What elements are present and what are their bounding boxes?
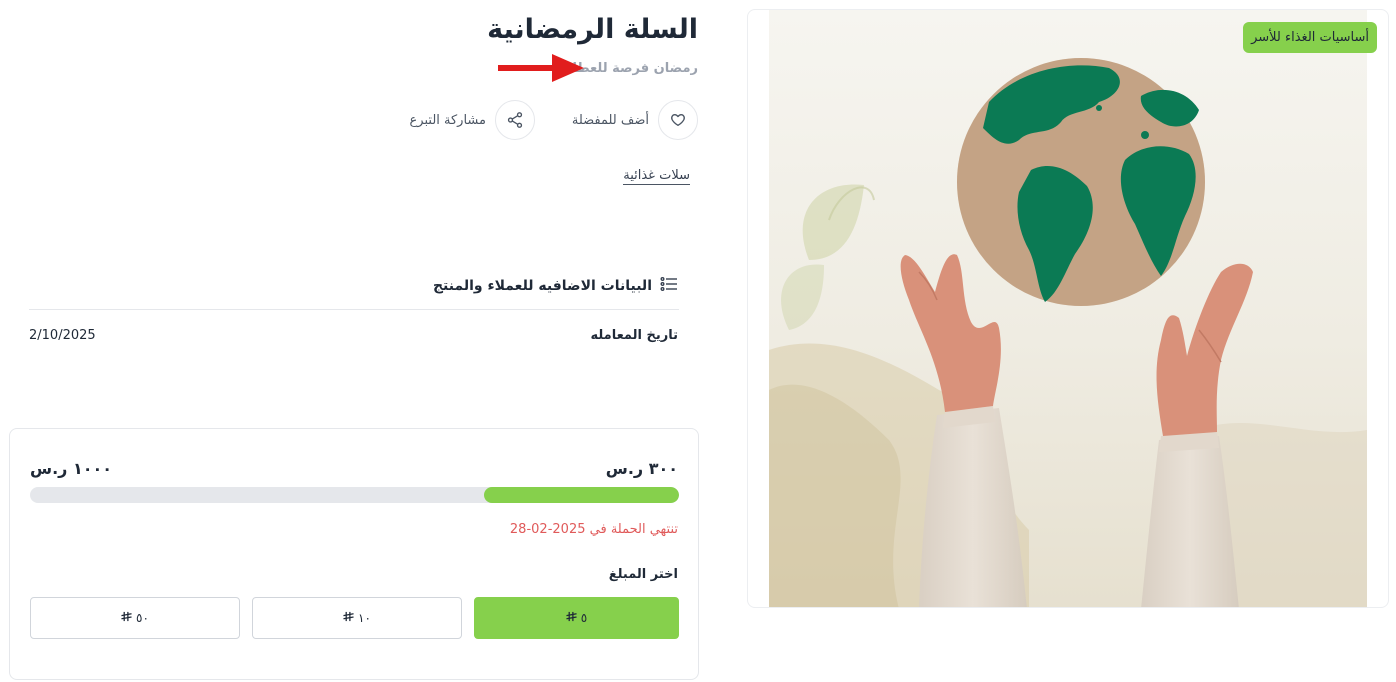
section-divider [29, 309, 679, 310]
details-section-header: البيانات الاضافيه للعملاء والمنتج [433, 276, 678, 296]
category-badge: أساسيات الغذاء للأسر [1243, 22, 1377, 53]
campaign-end-date: تنتهي الحملة في 2025-02-28 [509, 522, 678, 537]
target-amount: ١٠٠٠ ر.س [30, 459, 112, 478]
transaction-date-value: 2/10/2025 [29, 328, 96, 343]
amount-option-value: ١٠ [358, 611, 371, 625]
choose-amount-label: اختر المبلغ [608, 567, 678, 582]
red-arrow-annotation [498, 54, 584, 82]
donation-progress-bar [30, 487, 679, 503]
list-icon [660, 276, 678, 296]
share-donation-label: مشاركة التبرع [409, 112, 486, 128]
amount-option-10[interactable]: ١٠ [252, 597, 462, 639]
amount-option-5[interactable]: ٥ [474, 597, 679, 639]
share-donation-button[interactable]: مشاركة التبرع [410, 100, 535, 140]
amount-option-50[interactable]: ٥٠ [30, 597, 240, 639]
amount-option-value: ٥٠ [136, 611, 149, 625]
add-to-favorites-label: أضف للمفضلة [571, 112, 649, 128]
riyal-icon [121, 611, 132, 625]
add-to-favorites-button[interactable]: أضف للمفضلة [572, 100, 698, 140]
product-image-card: أساسيات الغذاء للأسر [747, 9, 1389, 608]
riyal-icon [343, 611, 354, 625]
transaction-date-label: تاريخ المعامله [590, 328, 678, 343]
heart-icon [658, 100, 698, 140]
category-link[interactable]: سلات غذائية [623, 168, 690, 185]
collected-amount: ٣٠٠ ر.س [605, 459, 678, 478]
page-title: السلة الرمضانية [487, 14, 698, 45]
donation-progress-fill [484, 487, 679, 503]
details-section-title: البيانات الاضافيه للعملاء والمنتج [432, 278, 652, 294]
amount-option-value: ٥ [580, 611, 588, 625]
share-icon [495, 100, 535, 140]
donation-card: ٣٠٠ ر.س ١٠٠٠ ر.س تنتهي الحملة في 2025-02… [9, 428, 699, 680]
product-image [769, 10, 1367, 607]
riyal-icon [566, 611, 577, 625]
